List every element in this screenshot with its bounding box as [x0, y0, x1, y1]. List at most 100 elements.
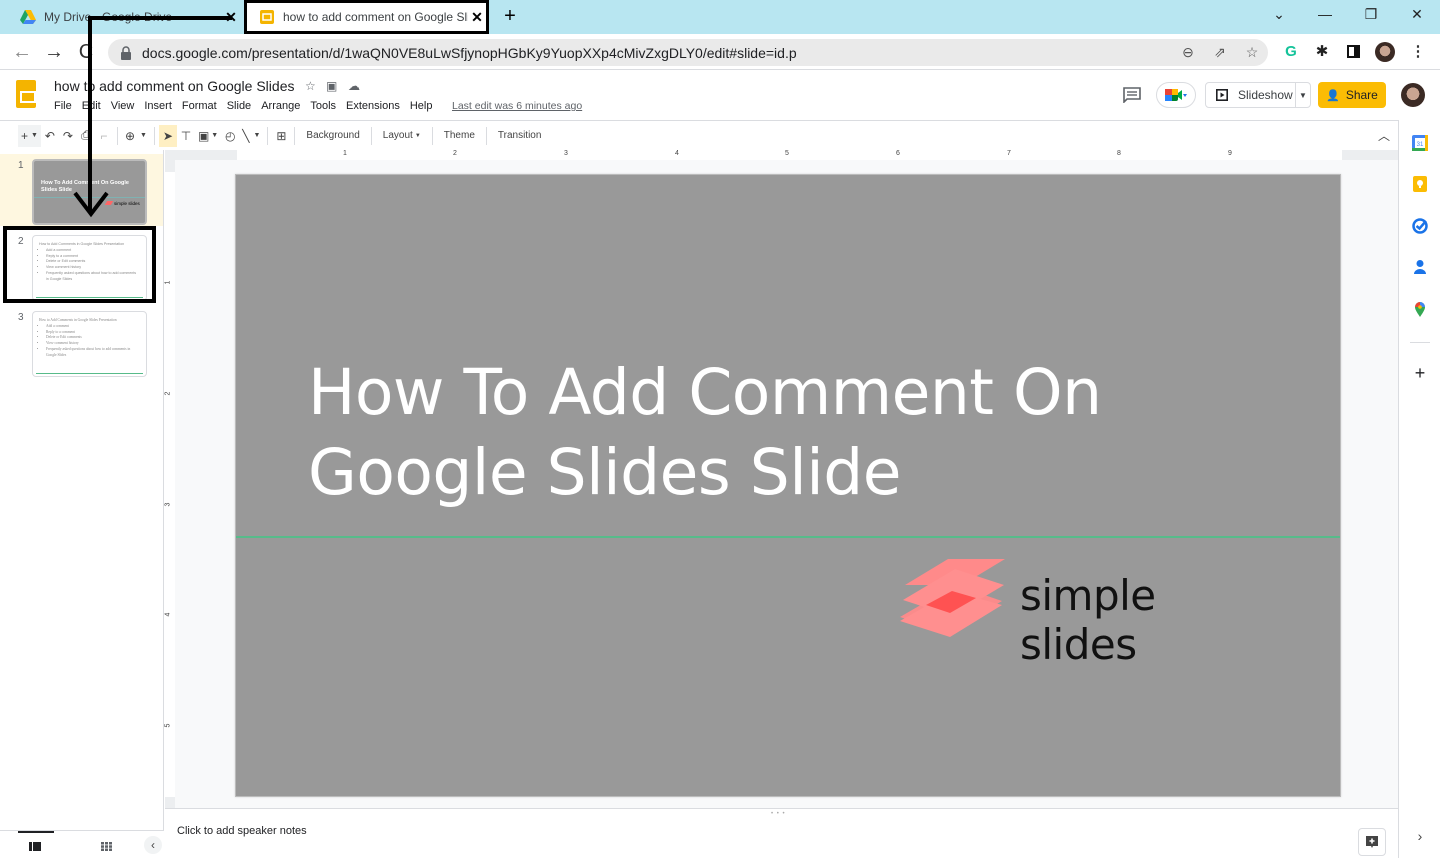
- forward-button[interactable]: →: [42, 40, 66, 64]
- thumbnail-body: How to Add Comments in Google Slides Pre…: [39, 318, 139, 359]
- slideshow-dropdown-icon[interactable]: ▼: [1296, 91, 1310, 100]
- horizontal-ruler[interactable]: 1 2 3 4 5 6 7 8 9: [165, 150, 1398, 160]
- toolbar-divider: [116, 126, 118, 145]
- side-panel-icon[interactable]: [1343, 42, 1363, 62]
- paint-format-icon[interactable]: ⌐: [95, 125, 113, 147]
- ruler-number: 7: [1007, 150, 1011, 157]
- zoom-icon[interactable]: ⊖: [1172, 44, 1204, 61]
- toolbar-divider: [153, 126, 155, 145]
- menu-extensions[interactable]: Extensions: [346, 100, 400, 112]
- tab-google-slides[interactable]: how to add comment on Google Slides ✕: [244, 0, 489, 34]
- new-slide-button[interactable]: + ▼: [18, 124, 41, 147]
- ruler-number: 2: [453, 150, 457, 157]
- address-bar[interactable]: docs.google.com/presentation/d/1waQN0VE8…: [108, 39, 1268, 66]
- google-calendar-icon[interactable]: 31: [1411, 134, 1429, 152]
- line-icon[interactable]: ╲ ▼: [239, 125, 263, 147]
- share-button[interactable]: 👤 Share: [1318, 82, 1386, 108]
- redo-icon[interactable]: ↷: [59, 125, 77, 147]
- google-keep-icon[interactable]: [1411, 175, 1429, 193]
- vertical-ruler[interactable]: 1 2 3 4 5: [164, 160, 175, 808]
- ruler-number: 6: [896, 150, 900, 157]
- share-person-icon: 👤: [1326, 89, 1340, 102]
- extensions-puzzle-icon[interactable]: ✱: [1312, 42, 1332, 62]
- notes-resize-handle[interactable]: • • •: [771, 811, 786, 817]
- expand-side-panel-chevron-icon[interactable]: ›: [1411, 828, 1429, 844]
- comment-history-icon[interactable]: [1123, 87, 1141, 103]
- print-icon[interactable]: ⎙: [77, 125, 95, 147]
- current-slide[interactable]: How To Add Comment On Google Slides Slid…: [235, 174, 1341, 797]
- google-maps-icon[interactable]: [1411, 300, 1429, 318]
- meet-button[interactable]: [1156, 82, 1196, 108]
- move-folder-icon[interactable]: ▣: [326, 79, 337, 93]
- undo-icon[interactable]: ↶: [41, 125, 59, 147]
- google-slides-icon: [260, 10, 274, 24]
- ruler-number: 3: [564, 150, 568, 157]
- account-avatar[interactable]: [1401, 83, 1425, 107]
- menu-arrange[interactable]: Arrange: [261, 100, 300, 112]
- select-tool-icon[interactable]: ➤: [158, 124, 177, 147]
- menu-file[interactable]: File: [54, 100, 72, 112]
- shape-icon[interactable]: ◴: [221, 125, 239, 147]
- toolbar-divider: [267, 126, 269, 145]
- slide-title-textbox[interactable]: How To Add Comment On Google Slides Slid…: [308, 353, 1208, 513]
- text-box-icon[interactable]: ⊤: [177, 125, 195, 147]
- grammarly-extension-icon[interactable]: G: [1281, 42, 1301, 62]
- share-label: Share: [1345, 88, 1378, 102]
- last-edit-link[interactable]: Last edit was 6 minutes ago: [452, 100, 582, 112]
- ruler-number: 5: [785, 150, 789, 157]
- insert-image-icon[interactable]: ▣ ▼: [195, 125, 221, 147]
- thumbnail-logo: simple slides: [106, 201, 140, 206]
- menu-help[interactable]: Help: [410, 100, 433, 112]
- browser-menu-icon[interactable]: ⋮: [1408, 42, 1428, 62]
- menu-format[interactable]: Format: [182, 100, 217, 112]
- filmstrip-slide-3[interactable]: 3 How to Add Comments in Google Slides P…: [0, 306, 163, 378]
- close-window-button[interactable]: ✕: [1405, 6, 1429, 26]
- grid-view-icon[interactable]: [101, 842, 112, 851]
- star-icon[interactable]: ☆: [305, 79, 316, 93]
- speaker-notes-panel[interactable]: • • • Click to add speaker notes: [165, 808, 1398, 858]
- minimize-button[interactable]: —: [1313, 6, 1337, 26]
- google-slides-logo[interactable]: [16, 80, 36, 108]
- docs-header: how to add comment on Google Slides ☆ ▣ …: [0, 70, 1440, 120]
- hide-filmstrip-chevron-icon[interactable]: ‹: [144, 836, 162, 854]
- get-add-ons-plus-icon[interactable]: +: [1411, 364, 1429, 382]
- google-contacts-icon[interactable]: [1411, 258, 1429, 276]
- back-button[interactable]: ←: [10, 40, 34, 64]
- transition-button[interactable]: Transition: [491, 125, 549, 147]
- menu-tools[interactable]: Tools: [310, 100, 336, 112]
- close-tab-icon[interactable]: ✕: [468, 9, 486, 26]
- speaker-notes-placeholder[interactable]: Click to add speaker notes: [177, 825, 307, 837]
- profile-avatar[interactable]: [1375, 42, 1395, 62]
- side-panel-divider: [1410, 342, 1430, 343]
- tab-label: how to add comment on Google Slides: [283, 10, 468, 24]
- collapse-menus-icon[interactable]: ︿: [1378, 127, 1390, 144]
- annotation-arrow-segment: [88, 16, 92, 212]
- ruler-active-zone: [237, 150, 1342, 160]
- filmstrip-view-icon[interactable]: [29, 842, 41, 851]
- cloud-saved-icon[interactable]: ☁: [348, 79, 360, 93]
- new-tab-button[interactable]: +: [500, 6, 520, 26]
- add-comment-icon[interactable]: ⊞: [272, 125, 290, 147]
- simple-slides-logo[interactable]: simple slides: [900, 555, 1280, 669]
- google-tasks-icon[interactable]: [1411, 217, 1429, 235]
- add-comment-button[interactable]: [1358, 828, 1386, 856]
- slide-thumbnail[interactable]: How to Add Comments in Google Slides Pre…: [32, 311, 147, 377]
- restore-button[interactable]: ❐: [1359, 6, 1383, 26]
- menu-slide[interactable]: Slide: [227, 100, 251, 112]
- tab-search-button[interactable]: ⌄: [1267, 6, 1291, 26]
- slideshow-label: Slideshow: [1238, 88, 1293, 102]
- zoom-icon[interactable]: ⊕ ▼: [122, 125, 150, 147]
- ruler-number: 4: [164, 612, 172, 617]
- background-button[interactable]: Background: [299, 125, 366, 147]
- bookmark-star-icon[interactable]: ☆: [1236, 44, 1268, 61]
- ruler-number: 1: [343, 150, 347, 157]
- theme-button[interactable]: Theme: [437, 125, 482, 147]
- share-page-icon[interactable]: ⇗: [1204, 44, 1236, 61]
- layout-button[interactable]: Layout ▼: [376, 125, 428, 147]
- menu-view[interactable]: View: [111, 100, 135, 112]
- google-meet-icon: [1165, 89, 1187, 101]
- reload-button[interactable]: C: [74, 40, 98, 64]
- ruler-number: 8: [1117, 150, 1121, 157]
- menu-insert[interactable]: Insert: [144, 100, 172, 112]
- slideshow-button[interactable]: Slideshow ▼: [1205, 82, 1311, 108]
